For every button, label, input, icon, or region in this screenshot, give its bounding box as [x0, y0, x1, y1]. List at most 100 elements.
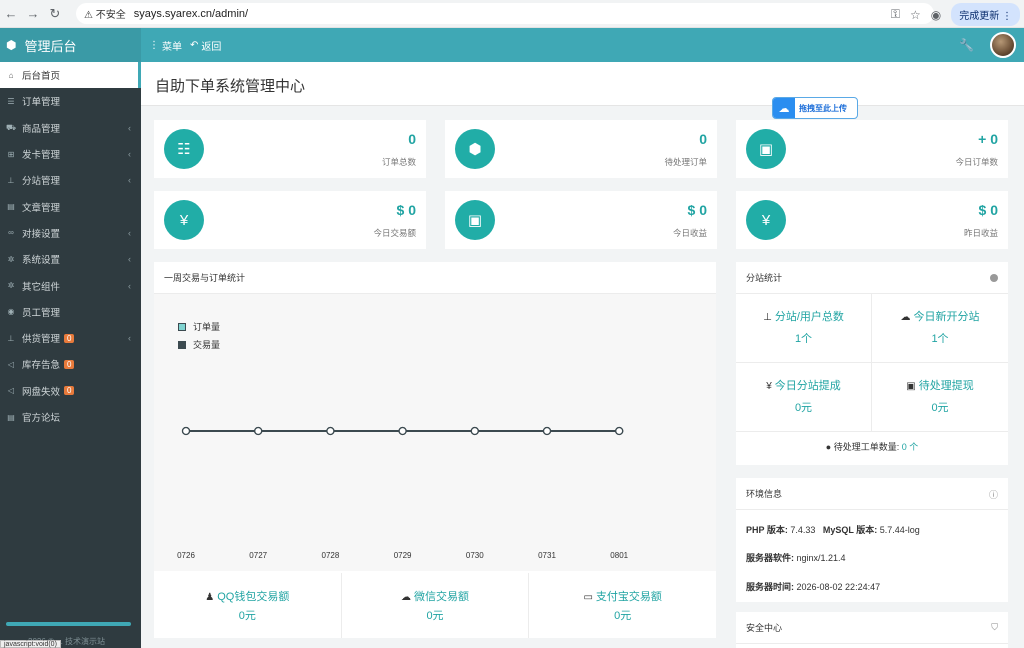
reload-icon[interactable]: ↻: [44, 6, 66, 22]
stat-value: + 0: [978, 131, 998, 147]
chart-area: 订单量 交易量 0726 0727 0728 0729 0730 0731 0801: [154, 294, 716, 571]
sidebar-item-label: 库存告急: [22, 360, 61, 372]
bullhorn-icon: ◁: [7, 359, 15, 369]
pending-tickets[interactable]: ● 待处理工单数量: 0 个: [736, 440, 1008, 453]
server-value: nginx/1.21.4: [796, 553, 846, 563]
chevron-left-icon: ‹: [128, 227, 131, 238]
chevron-left-icon: ‹: [128, 149, 131, 160]
stat-card-today-orders[interactable]: ▣ + 0 今日订单数: [736, 120, 1008, 178]
update-label: 完成更新: [959, 11, 1000, 22]
sub-value: 1个: [794, 333, 813, 345]
sidebar-item-system[interactable]: ✲ 系统设置 ‹: [0, 246, 141, 272]
data-point[interactable]: [326, 426, 335, 436]
security-warning-label: 不安全: [95, 10, 126, 21]
stat-label: 待处理订单: [664, 157, 707, 167]
page-header: 自助下单系统管理中心: [141, 62, 1024, 106]
x-tick-label: 0728: [322, 551, 340, 560]
sidebar-item-stock-alert[interactable]: ◁ 库存告急 0: [0, 351, 141, 377]
stat-label: 今日收益: [672, 228, 707, 238]
data-point[interactable]: [181, 426, 191, 436]
sidebar-item-cards[interactable]: ⊞ 发卡管理 ‹: [0, 141, 141, 167]
stat-label: 昨日收益: [963, 228, 998, 238]
back-arrow-icon[interactable]: ←: [0, 6, 22, 21]
wechat-icon: ☁: [401, 592, 411, 603]
stat-label: 今日订单数: [955, 157, 998, 167]
profile-icon[interactable]: ◉: [931, 8, 941, 22]
ticket-value: 0 个: [901, 442, 919, 452]
brand-title: 管理后台: [24, 38, 77, 54]
sidebar-item-articles[interactable]: ▤ 文章管理: [0, 193, 141, 219]
sidebar-item-orders[interactable]: ☰ 订单管理: [0, 88, 141, 114]
drag-upload-button[interactable]: ☁ 拖拽至此上传: [772, 97, 858, 119]
stat-card-pending-orders[interactable]: ⬢ 0 待处理订单: [445, 120, 717, 178]
key-icon[interactable]: ⚿: [891, 7, 900, 22]
stat-value: 0: [699, 131, 707, 147]
link-icon: ∞: [8, 228, 14, 238]
sidebar-scrollbar[interactable]: [6, 622, 131, 626]
wrench-icon[interactable]: 🔧: [959, 38, 974, 52]
star-icon[interactable]: ☆: [910, 8, 921, 22]
avatar[interactable]: [990, 32, 1016, 58]
bullhorn-icon: ◁: [7, 386, 15, 396]
chevron-left-icon: ‹: [128, 280, 131, 291]
substation-total[interactable]: ⊥ 分站/用户总数 1个: [736, 294, 872, 363]
stat-card-total-orders[interactable]: ☷ 0 订单总数: [154, 120, 426, 178]
stat-value: $ 0: [396, 202, 416, 218]
forward-arrow-icon[interactable]: →: [22, 6, 44, 21]
sidebar-item-label: 员工管理: [22, 307, 61, 319]
top-navbar: ⬢ 管理后台 ⋮ 菜单 ↶ 返回 🔧: [0, 28, 1024, 62]
status-dot-icon[interactable]: [990, 274, 998, 282]
security-warning[interactable]: ⚠ 不安全: [84, 6, 126, 21]
data-point[interactable]: [615, 426, 624, 436]
payment-wechat[interactable]: ☁ 微信交易额 0元: [342, 573, 530, 638]
stat-label: 订单总数: [381, 157, 416, 167]
substation-withdraw[interactable]: ▣ 待处理提现 0元: [872, 363, 1008, 432]
line-chart: 0726 0727 0728 0729 0730 0731 0801: [177, 426, 629, 560]
payment-title: 微信交易额: [414, 591, 469, 603]
env-time: 服务器时间: 2026-08-02 22:24:47: [746, 580, 880, 593]
stat-card-yesterday-profit[interactable]: ¥ $ 0 昨日收益: [736, 191, 1008, 249]
sidebar-item-substations[interactable]: ⊥ 分站管理 ‹: [0, 167, 141, 193]
sidebar-item-products[interactable]: ⛟ 商品管理 ‹: [0, 115, 141, 141]
cloud-icon: ☁: [900, 312, 911, 323]
back-button[interactable]: ↶ 返回: [190, 38, 221, 53]
shield-icon[interactable]: ⛉: [991, 622, 998, 633]
brand[interactable]: ⬢ 管理后台: [0, 28, 141, 62]
x-tick-label: 0726: [177, 551, 195, 560]
sidebar-item-integration[interactable]: ∞ 对接设置 ‹: [0, 220, 141, 246]
address-bar[interactable]: ⚠ 不安全 syays.syarex.cn/admin/: [76, 3, 934, 24]
payment-amount: 0元: [614, 610, 632, 622]
substation-commission[interactable]: ¥ 今日分站提成 0元: [736, 363, 872, 432]
sidebar-item-staff[interactable]: ◉ 员工管理: [0, 299, 141, 325]
substation-grid: ⊥ 分站/用户总数 1个 ☁ 今日新开分站 1个 ¥ 今日分站提成 0元 ▣ 待处理提现…: [736, 294, 1008, 432]
sidebar-item-supply[interactable]: ⊥ 供货管理 0 ‹: [0, 325, 141, 351]
menu-toggle-button[interactable]: ⋮ 菜单: [149, 38, 182, 53]
payment-alipay[interactable]: ▭ 支付宝交易额 0元: [529, 573, 716, 638]
drag-upload-label: 拖拽至此上传: [799, 103, 847, 113]
chevron-left-icon: ‹: [128, 175, 131, 186]
back-label: 返回: [201, 41, 222, 53]
sidebar-item-disk-invalid[interactable]: ◁ 网盘失效 0: [0, 378, 141, 404]
stat-card-today-volume[interactable]: ¥ $ 0 今日交易额: [154, 191, 426, 249]
info-icon[interactable]: ⓘ: [989, 488, 998, 501]
book-icon: ▤: [7, 202, 15, 212]
substation-new-today[interactable]: ☁ 今日新开分站 1个: [872, 294, 1008, 363]
sidebar-item-forum[interactable]: ▤ 官方论坛: [0, 404, 141, 430]
data-point[interactable]: [398, 426, 407, 436]
sidebar-item-label: 商品管理: [22, 123, 61, 135]
x-tick-label: 0801: [610, 551, 628, 560]
data-point[interactable]: [254, 426, 263, 436]
browser-toolbar: ← → ↻ ⚠ 不安全 syays.syarex.cn/admin/ ⚿ ☆ ◉…: [0, 0, 1024, 28]
update-button[interactable]: 完成更新 ⋮: [951, 3, 1020, 26]
payment-qq[interactable]: ♟ QQ钱包交易额 0元: [154, 573, 342, 638]
sub-title: 今日新开分站: [913, 311, 980, 323]
sidebar-item-home[interactable]: ⌂ 后台首页: [0, 62, 141, 89]
data-point[interactable]: [542, 426, 552, 436]
url-text[interactable]: syays.syarex.cn/admin/: [134, 8, 248, 20]
panel-title: 安全中心 ⛉: [736, 612, 1008, 644]
home-icon: ⌂: [8, 70, 14, 80]
gears-icon: ✲: [7, 281, 15, 291]
stat-card-today-profit[interactable]: ▣ $ 0 今日收益: [445, 191, 717, 249]
data-point[interactable]: [470, 426, 479, 436]
sidebar-item-components[interactable]: ✲ 其它组件 ‹: [0, 272, 141, 298]
